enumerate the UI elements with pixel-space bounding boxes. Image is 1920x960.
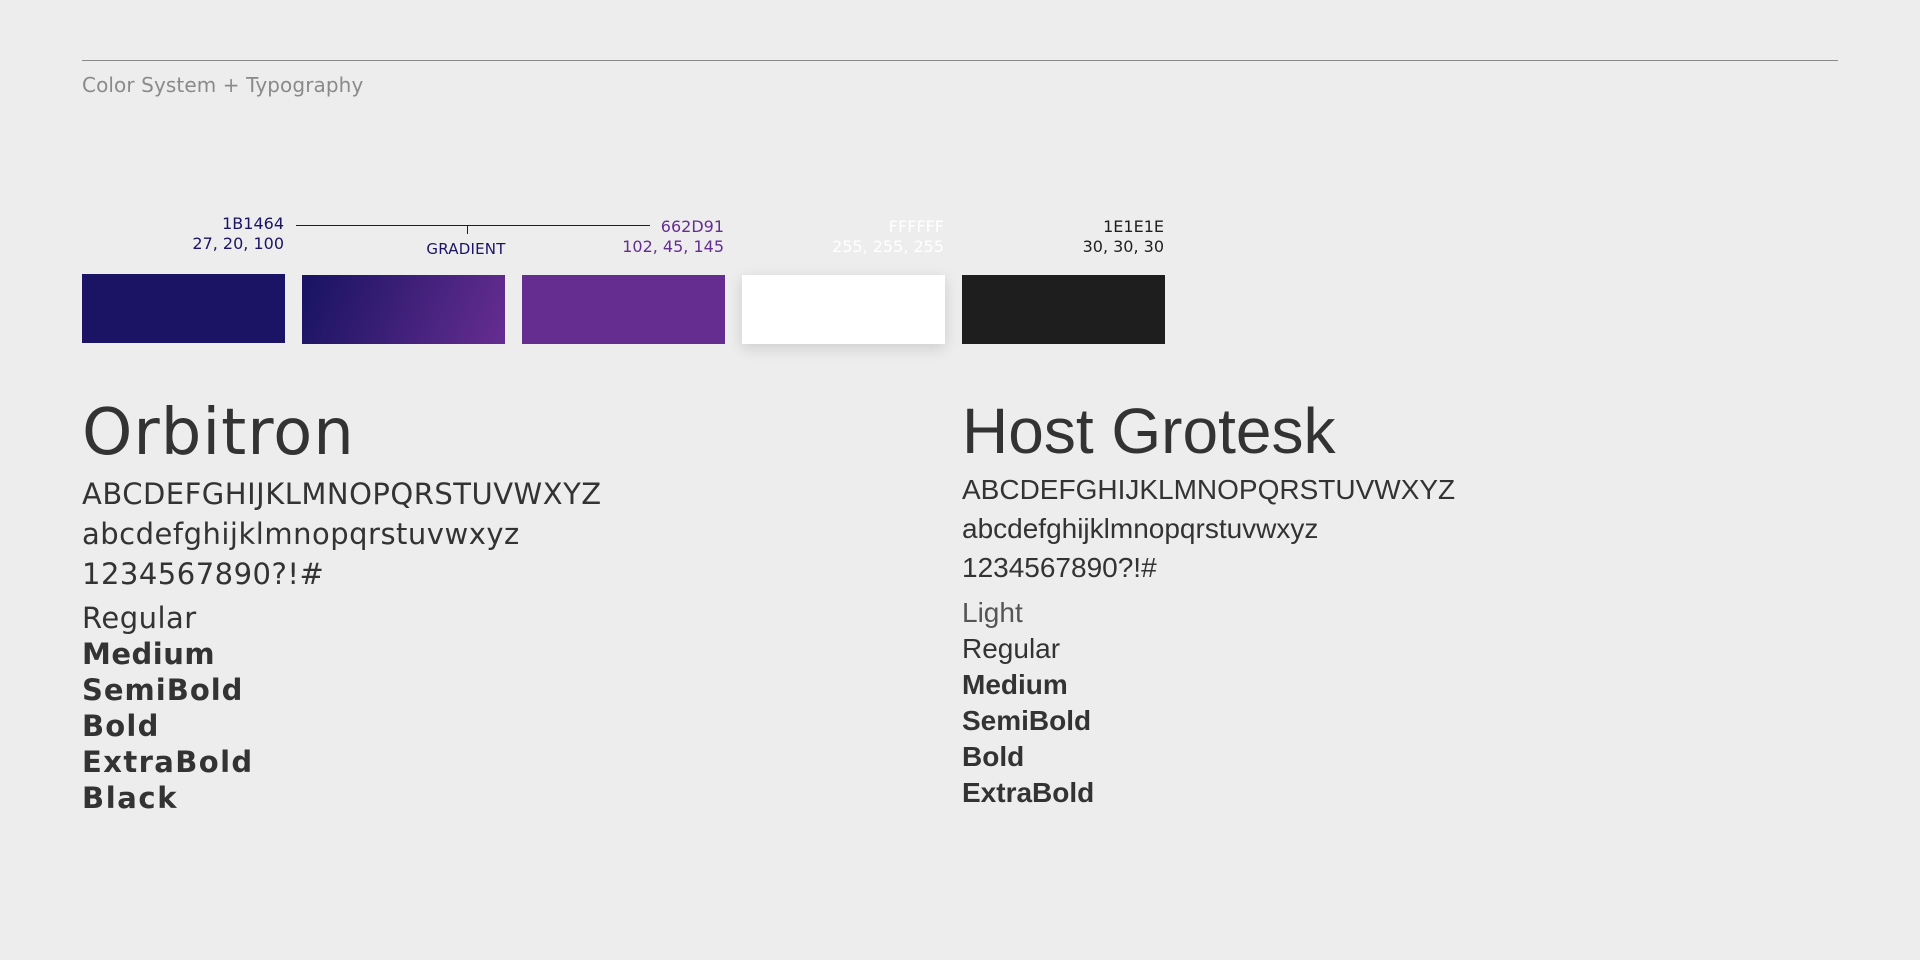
typeface-name: Host Grotesk bbox=[962, 395, 1336, 467]
weight-medium: Medium bbox=[82, 637, 216, 671]
lowercase-specimen: abcdefghijklmnopqrstuvwxyz bbox=[82, 517, 520, 551]
weight-medium: Medium bbox=[962, 669, 1068, 700]
glyph-specimen: ABCDEFGHIJKLMNOPQRSTUVWXYZ abcdefghijklm… bbox=[82, 474, 602, 594]
swatch-hex: 662D91 bbox=[660, 217, 724, 236]
swatch-rgb: 102, 45, 145 bbox=[622, 237, 724, 256]
uppercase-specimen: ABCDEFGHIJKLMNOPQRSTUVWXYZ bbox=[962, 474, 1456, 505]
typeface-host-grotesk: Host Grotesk ABCDEFGHIJKLMNOPQRSTUVWXYZ … bbox=[962, 392, 1455, 811]
swatch-black bbox=[962, 275, 1165, 344]
weight-list: Light Regular Medium SemiBold Bold Extra… bbox=[962, 595, 1455, 811]
swatch-purple bbox=[522, 275, 725, 344]
swatch-primary-navy bbox=[82, 274, 285, 343]
swatch-gradient bbox=[302, 275, 505, 344]
swatch-rgb: 255, 255, 255 bbox=[832, 237, 944, 256]
typeface-orbitron: Orbitron ABCDEFGHIJKLMNOPQRSTUVWXYZ abcd… bbox=[82, 392, 602, 816]
weight-extrabold: ExtraBold bbox=[82, 745, 254, 779]
typeface-name: Orbitron bbox=[82, 396, 355, 470]
swatch-label-primary: 1B1464 27, 20, 100 bbox=[82, 214, 284, 254]
swatch-hex: 1E1E1E bbox=[1103, 217, 1164, 236]
swatch-white bbox=[742, 275, 945, 344]
page-title: Color System + Typography bbox=[82, 73, 364, 97]
weight-bold: Bold bbox=[82, 709, 160, 743]
weight-bold: Bold bbox=[962, 741, 1025, 772]
weight-light: Light bbox=[962, 597, 1023, 628]
swatch-rgb: 27, 20, 100 bbox=[192, 234, 284, 253]
swatch-label-white: FFFFFF 255, 255, 255 bbox=[742, 217, 944, 257]
top-divider bbox=[82, 60, 1838, 61]
swatch-label-purple: 662D91 102, 45, 145 bbox=[522, 217, 724, 257]
swatch-rgb: 30, 30, 30 bbox=[1082, 237, 1164, 256]
numerals-specimen: 1234567890?!# bbox=[82, 557, 325, 591]
weight-regular: Regular bbox=[82, 601, 197, 635]
weight-regular: Regular bbox=[962, 633, 1061, 664]
numerals-specimen: 1234567890?!# bbox=[962, 552, 1157, 583]
swatch-label-black: 1E1E1E 30, 30, 30 bbox=[962, 217, 1164, 257]
weight-black: Black bbox=[82, 781, 179, 815]
weight-semibold: SemiBold bbox=[82, 673, 244, 707]
lowercase-specimen: abcdefghijklmnopqrstuvwxyz bbox=[962, 513, 1319, 544]
swatch-hex: 1B1464 bbox=[222, 214, 284, 233]
weight-extrabold: ExtraBold bbox=[962, 777, 1095, 808]
swatch-hex: FFFFFF bbox=[888, 217, 944, 236]
weight-semibold: SemiBold bbox=[962, 705, 1092, 736]
gradient-bracket-tick bbox=[467, 225, 468, 234]
glyph-specimen: ABCDEFGHIJKLMNOPQRSTUVWXYZ abcdefghijklm… bbox=[962, 470, 1455, 587]
uppercase-specimen: ABCDEFGHIJKLMNOPQRSTUVWXYZ bbox=[82, 477, 602, 511]
weight-list: Regular Medium SemiBold Bold ExtraBold B… bbox=[82, 600, 602, 816]
